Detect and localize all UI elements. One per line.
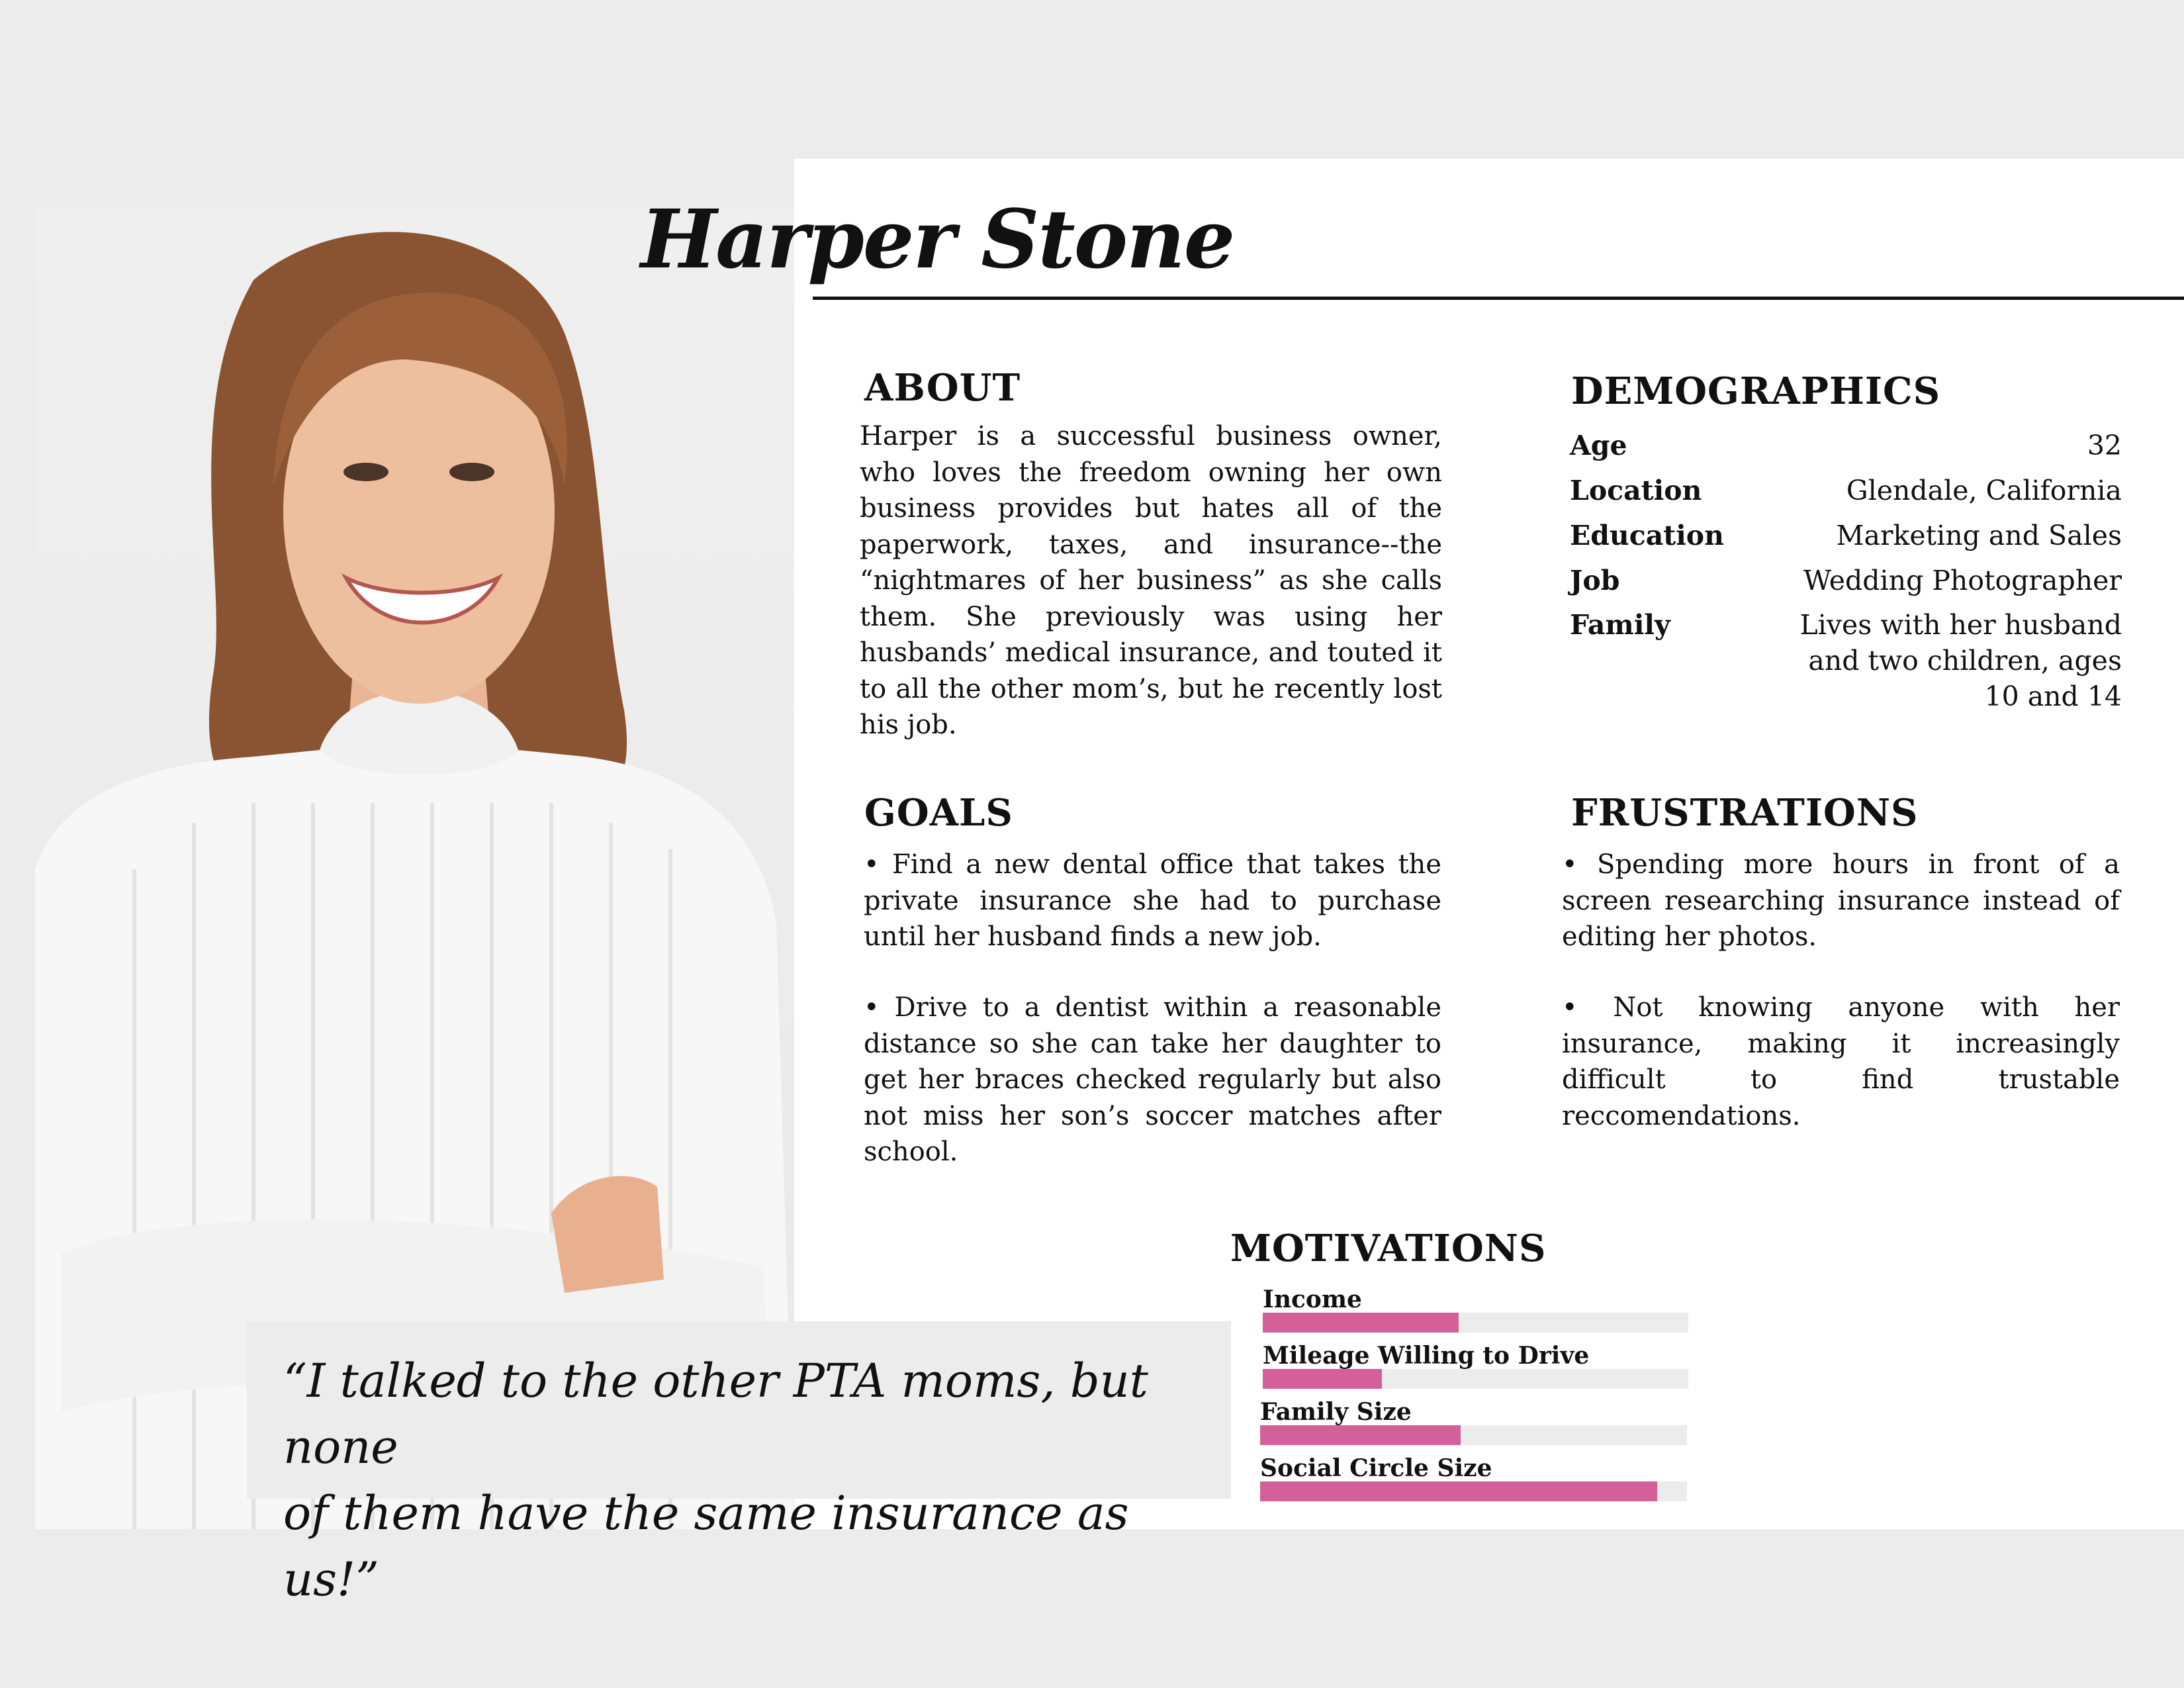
name-divider xyxy=(813,297,2184,300)
motivations-heading: MOTIVATIONS xyxy=(1230,1227,1547,1270)
motivation-label: Mileage Willing to Drive xyxy=(1263,1342,1590,1370)
goals-heading: GOALS xyxy=(864,791,1013,835)
goal-item: • Find a new dental office that takes th… xyxy=(864,849,1441,952)
motivation-bar-mileage xyxy=(1263,1369,1688,1389)
motivation-label: Income xyxy=(1263,1286,1362,1313)
demographics-value: Marketing and Sales xyxy=(1836,520,2122,551)
demographics-value: Glendale, California xyxy=(1846,475,2122,506)
quote-line: of them have the same insurance as us!” xyxy=(283,1486,1129,1607)
motivation-bar-fill xyxy=(1260,1481,1657,1501)
demographics-label: Education xyxy=(1570,520,1724,551)
persona-quote: “I talked to the other PTA moms, but non… xyxy=(247,1321,1231,1607)
frustration-item: • Spending more hours in front of a scre… xyxy=(1562,849,2120,952)
motivation-bar-family-size xyxy=(1260,1425,1687,1445)
frustration-item: • Not knowing anyone with her insurance,… xyxy=(1562,992,2120,1131)
demographics-label: Job xyxy=(1570,565,1620,596)
motivation-label: Social Circle Size xyxy=(1260,1454,1492,1482)
quote-text: “I talked to the other PTA moms, but non… xyxy=(283,1348,1223,1613)
motivation-bar-income xyxy=(1263,1313,1688,1333)
motivation-bar-fill xyxy=(1263,1369,1383,1389)
quote-line: “I talked to the other PTA moms, but non… xyxy=(283,1354,1148,1474)
demographics-heading: DEMOGRAPHICS xyxy=(1571,369,1941,413)
motivation-bar-fill xyxy=(1263,1313,1459,1333)
demographics-value: 32 xyxy=(2087,430,2122,461)
demographics-label: Age xyxy=(1570,430,1627,461)
motivation-label: Family Size xyxy=(1260,1398,1412,1426)
frustrations-heading: FRUSTRATIONS xyxy=(1571,791,1919,835)
demographics-label: Family xyxy=(1570,609,1670,641)
demographics-value: Wedding Photographer xyxy=(1803,565,2122,596)
demographics-value: Lives with her husband and two children,… xyxy=(1799,609,2122,712)
goal-item: • Drive to a dentist within a reasonable… xyxy=(864,992,1441,1167)
motivation-bar-social-circle xyxy=(1260,1481,1687,1501)
motivation-bar-fill xyxy=(1260,1425,1461,1445)
about-heading: ABOUT xyxy=(864,366,1021,410)
demographics-label: Location xyxy=(1570,475,1702,506)
about-text: Harper is a successful business owner, w… xyxy=(860,421,1442,740)
persona-name: Harper Stone xyxy=(641,191,1235,287)
